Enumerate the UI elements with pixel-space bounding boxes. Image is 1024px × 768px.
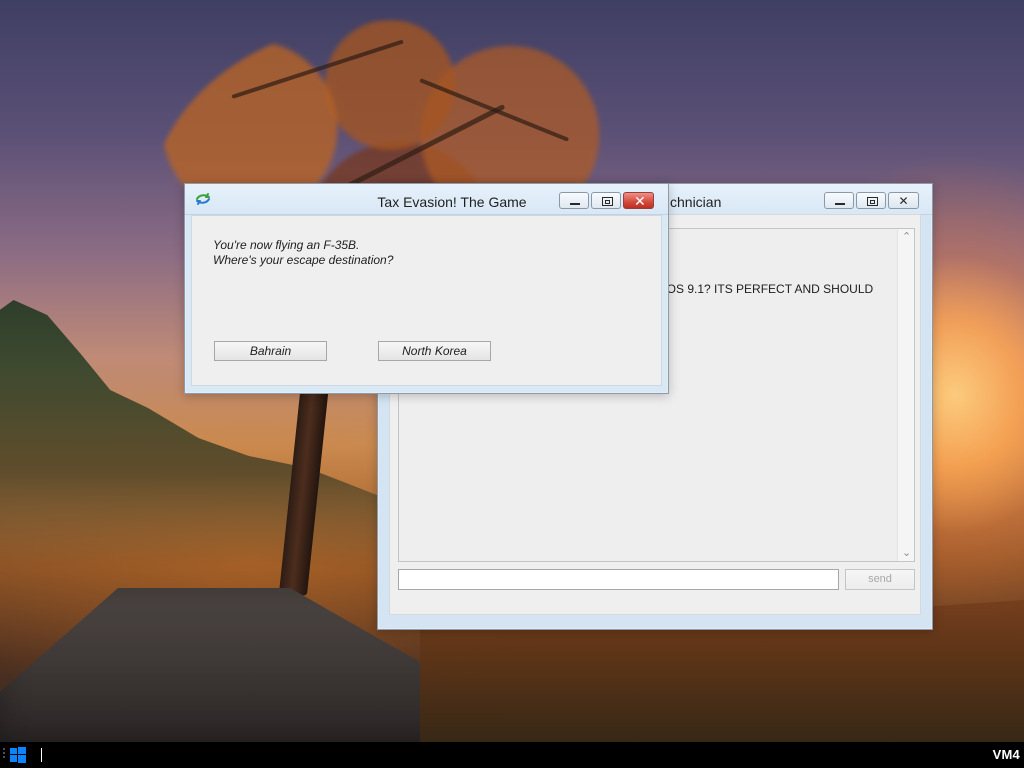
send-button[interactable]: send bbox=[845, 569, 915, 590]
maximize-button[interactable] bbox=[856, 192, 886, 209]
start-area[interactable] bbox=[0, 742, 34, 768]
dialog-titlebar[interactable]: Tax Evasion! The Game ✕ bbox=[185, 184, 668, 215]
grid-dot bbox=[3, 752, 5, 754]
scroll-down-icon[interactable]: ⌄ bbox=[902, 548, 911, 559]
dialog-message-line-1: You're now flying an F-35B. bbox=[213, 238, 360, 252]
dialog-minimize-button[interactable] bbox=[559, 192, 589, 209]
dialog-title: Tax Evasion! The Game bbox=[377, 194, 527, 210]
app-icon bbox=[196, 193, 210, 205]
dialog-maximize-button[interactable] bbox=[591, 192, 621, 209]
minimize-icon bbox=[570, 203, 580, 205]
maximize-icon bbox=[602, 197, 613, 206]
minimize-icon bbox=[835, 203, 845, 205]
taskbar-cursor bbox=[41, 748, 42, 762]
minimize-button[interactable] bbox=[824, 192, 854, 209]
bahrain-button[interactable]: Bahrain bbox=[214, 341, 327, 361]
close-button[interactable]: ✕ bbox=[888, 192, 919, 209]
chat-window-title: chnician bbox=[670, 194, 722, 210]
dialog-close-button[interactable]: ✕ bbox=[623, 192, 654, 209]
grid-icon bbox=[3, 748, 7, 760]
north-korea-button[interactable]: North Korea bbox=[378, 341, 491, 361]
chat-input[interactable] bbox=[398, 569, 839, 590]
close-icon: ✕ bbox=[898, 194, 909, 208]
maximize-icon bbox=[867, 197, 878, 206]
chat-message: DOS 9.1? ITS PERFECT AND SHOULD bbox=[658, 282, 874, 296]
close-icon: ✕ bbox=[634, 193, 646, 209]
dialog-message-line-2: Where's your escape destination? bbox=[213, 253, 394, 267]
grid-dot bbox=[3, 756, 5, 758]
scroll-up-icon[interactable]: ⌃ bbox=[902, 232, 911, 243]
windows-logo-icon[interactable] bbox=[10, 747, 26, 763]
grid-dot bbox=[3, 748, 5, 750]
tax-evasion-dialog: Tax Evasion! The Game ✕ You're now flyin… bbox=[184, 183, 669, 394]
vm-label: VM4 bbox=[992, 747, 1020, 762]
chat-window-controls: ✕ bbox=[824, 192, 919, 209]
taskbar: VM4 bbox=[0, 742, 1024, 768]
dialog-client: You're now flying an F-35B. Where's your… bbox=[191, 215, 662, 386]
dialog-window-controls: ✕ bbox=[559, 192, 654, 209]
chat-scrollbar[interactable]: ⌃ ⌄ bbox=[897, 229, 914, 561]
